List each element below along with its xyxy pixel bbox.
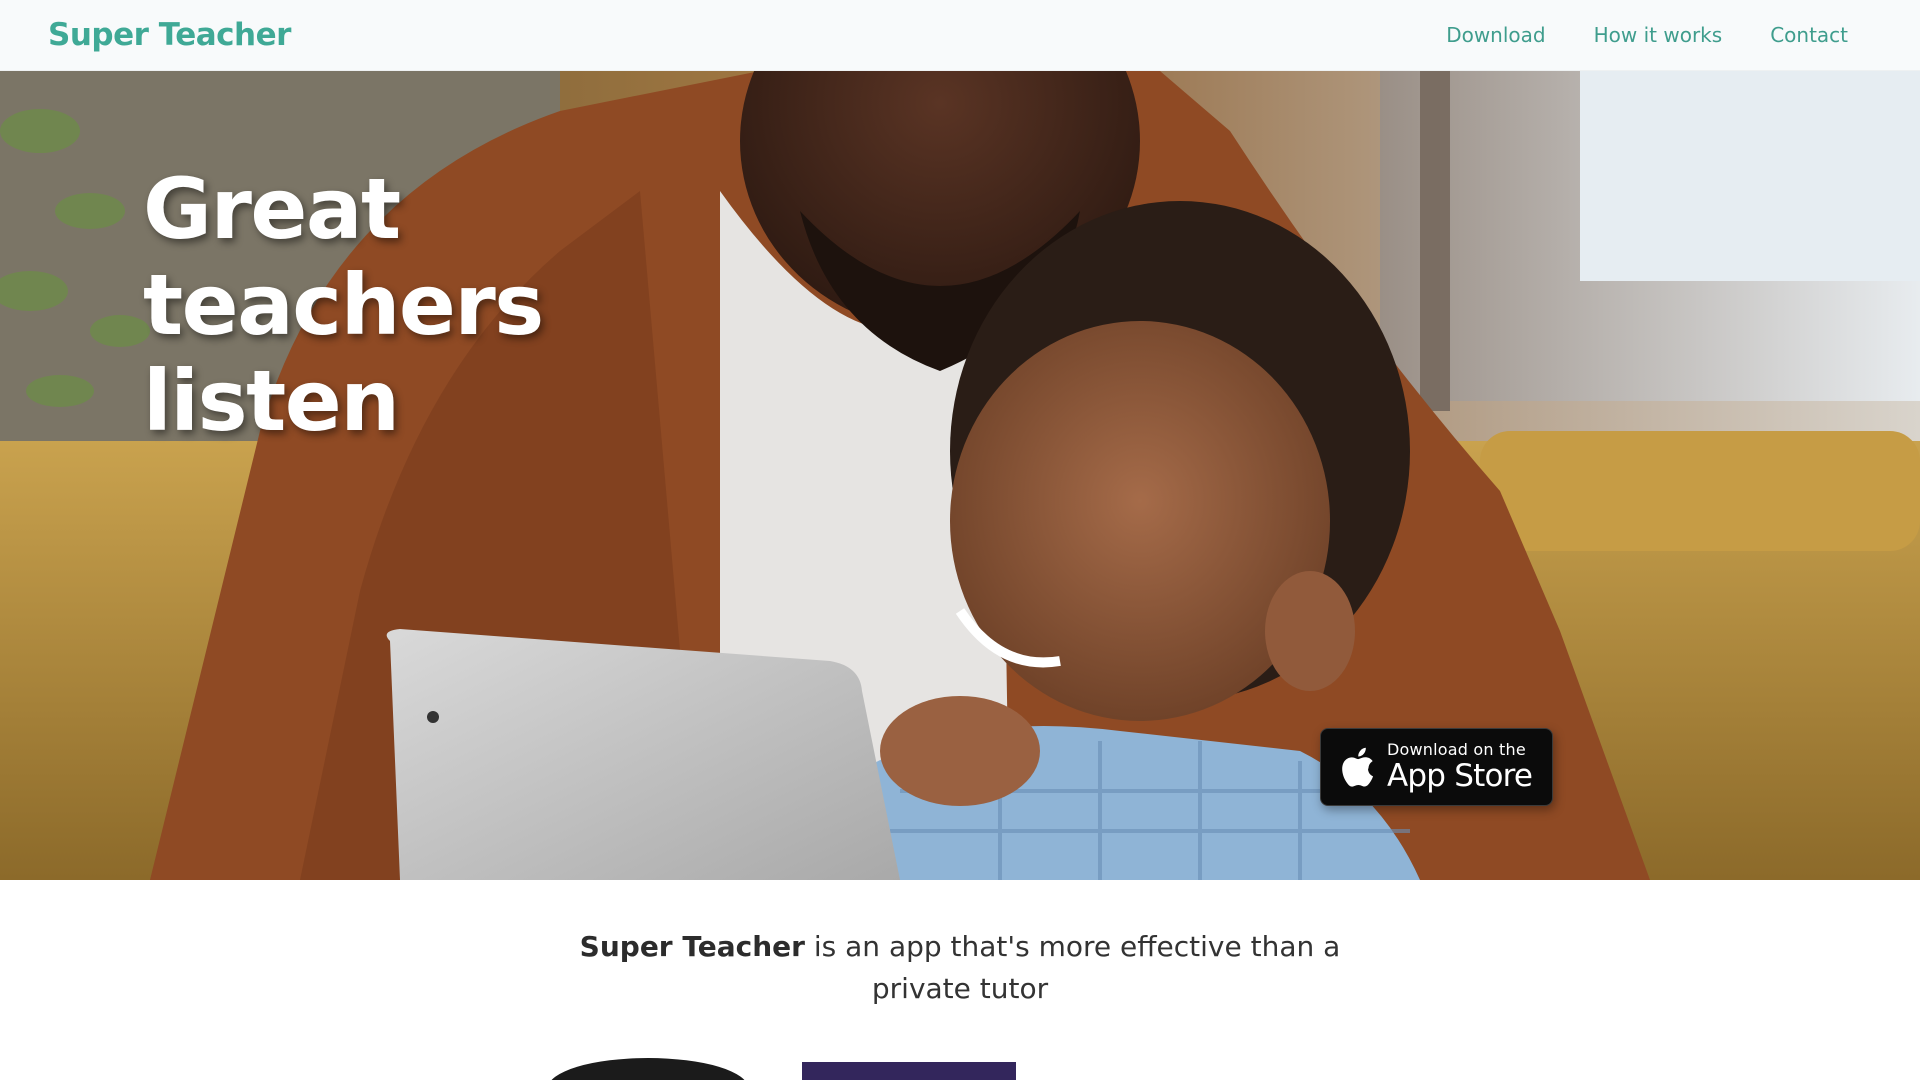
nav-download-link[interactable]: Download: [1446, 23, 1545, 47]
hero-section: Great teachers listen Download on the Ap…: [0, 71, 1920, 880]
app-store-badge-big-text: App Store: [1387, 758, 1533, 794]
intro-brand: Super Teacher: [579, 930, 805, 963]
hero-title-line-2: teachers: [143, 256, 544, 354]
partial-dark-graphic: [548, 1058, 748, 1080]
hero-title-line-3: listen: [143, 352, 400, 450]
nav-how-it-works-link[interactable]: How it works: [1594, 23, 1723, 47]
site-header: Super Teacher Download How it works Cont…: [0, 0, 1920, 71]
app-store-badge-text: Download on the App Store: [1387, 740, 1533, 794]
hero-title-line-1: Great: [143, 160, 401, 258]
nav-contact-link[interactable]: Contact: [1770, 23, 1848, 47]
intro-tagline: Super Teacher is an app that's more effe…: [560, 926, 1360, 1010]
app-store-badge-small-text: Download on the: [1387, 740, 1526, 759]
apple-icon: [1342, 747, 1373, 787]
partial-purple-graphic: [802, 1062, 1016, 1080]
hero-title: Great teachers listen: [143, 161, 663, 449]
intro-text: is an app that's more effective than a p…: [804, 930, 1341, 1005]
main-nav: Download How it works Contact: [1446, 23, 1872, 47]
logo[interactable]: Super Teacher: [48, 17, 291, 53]
app-store-download-button[interactable]: Download on the App Store: [1320, 728, 1553, 806]
